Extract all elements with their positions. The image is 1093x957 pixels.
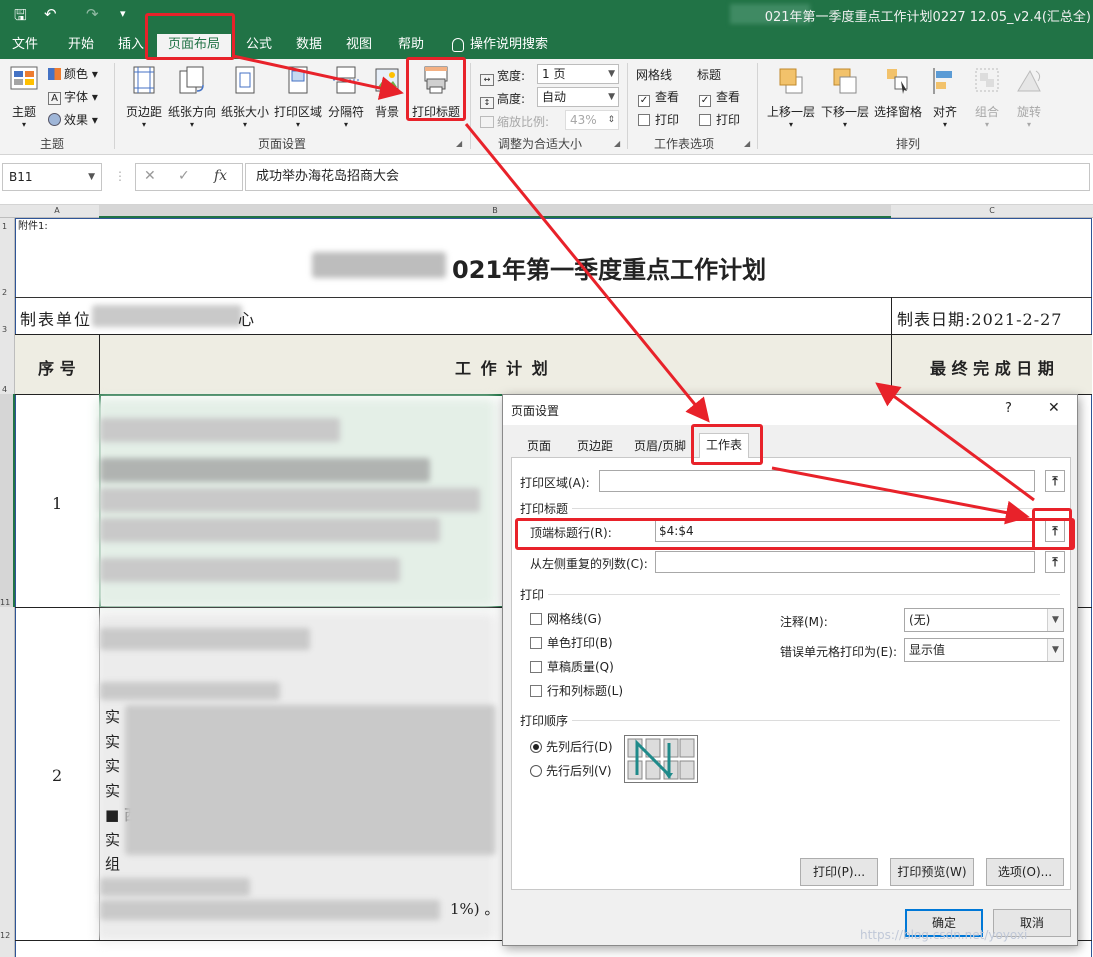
watermark: https://blog.csdn.net/yoyoxi — [860, 928, 1028, 942]
annotation-arrows — [232, 54, 1035, 525]
